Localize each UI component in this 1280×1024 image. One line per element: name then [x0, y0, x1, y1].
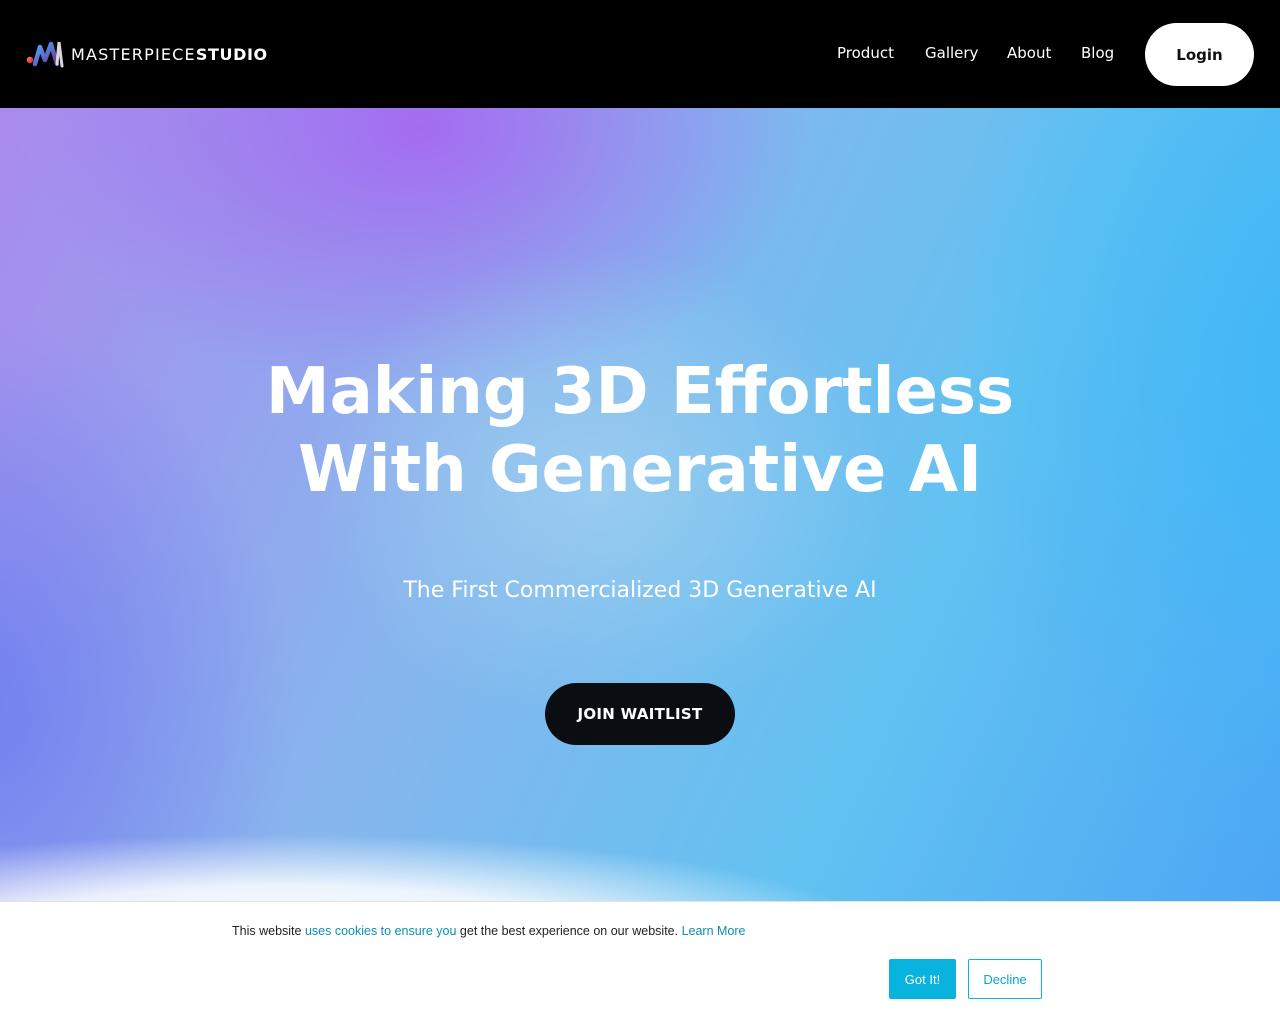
- cookie-text-after: get the best experience on our website.: [456, 924, 682, 938]
- join-waitlist-button[interactable]: JOIN WAITLIST: [545, 683, 735, 745]
- hero-bottom-glow: [0, 808, 1280, 902]
- hero-headline-line2: With Generative AI: [298, 433, 982, 507]
- masterpiece-m-logo-icon: [26, 41, 64, 68]
- nav-item-product[interactable]: Product: [837, 44, 894, 62]
- hero-subheading: The First Commercialized 3D Generative A…: [403, 578, 877, 603]
- top-navigation-bar: MASTERPIECESTUDIO Product Gallery About …: [0, 0, 1280, 108]
- hero-headline-line1: Making 3D Effortless: [265, 355, 1015, 429]
- cookie-consent-banner: This website uses cookies to ensure you …: [0, 901, 1280, 1024]
- brand-name-bold: STUDIO: [195, 44, 268, 64]
- login-button[interactable]: Login: [1145, 23, 1254, 86]
- nav-item-blog[interactable]: Blog: [1081, 44, 1114, 62]
- brand-wordmark: MASTERPIECESTUDIO: [71, 45, 268, 64]
- cookie-policy-link[interactable]: uses cookies to ensure you: [305, 924, 456, 938]
- accept-cookies-button[interactable]: Got It!: [889, 959, 956, 999]
- nav-item-gallery[interactable]: Gallery: [925, 44, 978, 62]
- hero-section: Making 3D Effortless With Generative AI …: [0, 108, 1280, 902]
- brand-logo[interactable]: MASTERPIECESTUDIO: [26, 38, 268, 70]
- brand-name-light: MASTERPIECE: [71, 44, 196, 64]
- cookie-message: This website uses cookies to ensure you …: [232, 924, 746, 938]
- decline-cookies-button[interactable]: Decline: [968, 959, 1042, 999]
- hero-headline: Making 3D Effortless With Generative AI: [140, 353, 1140, 509]
- cookie-text-before: This website: [232, 924, 305, 938]
- learn-more-link[interactable]: Learn More: [682, 924, 746, 938]
- nav-item-about[interactable]: About: [1007, 44, 1051, 62]
